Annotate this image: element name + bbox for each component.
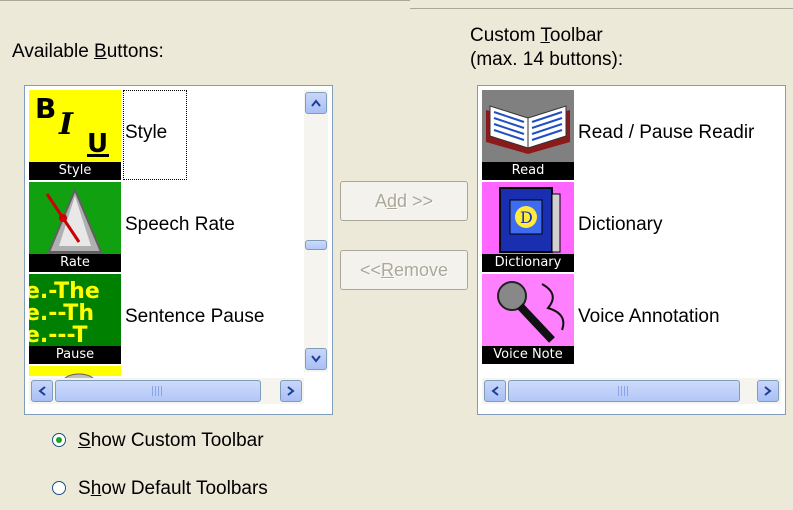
- read-icon-caption: Read: [482, 162, 574, 180]
- available-vertical-scrollbar[interactable]: [304, 90, 328, 372]
- available-buttons-label: Available Buttons:: [12, 41, 164, 62]
- list-item-sentence-pause[interactable]: e.-The e.--Th e.---T Pause Sentence Paus…: [29, 274, 299, 364]
- microphone-icon: Voice Note: [482, 274, 574, 364]
- sentence-pause-icon: e.-The e.--Th e.---T Pause: [29, 274, 121, 364]
- show-default-toolbars-label: Show Default Toolbars: [78, 478, 268, 499]
- scroll-left-button[interactable]: [31, 380, 53, 402]
- radio-button-checked[interactable]: [52, 433, 66, 447]
- chevron-down-icon: [311, 355, 321, 363]
- style-icon: B I U Style: [29, 90, 121, 180]
- custom-horizontal-scrollbar[interactable]: [482, 378, 781, 404]
- scroll-right-button[interactable]: [757, 380, 779, 402]
- show-default-toolbars-radio[interactable]: Show Default Toolbars: [48, 475, 348, 503]
- remove-button[interactable]: << Remove: [340, 250, 468, 290]
- add-button[interactable]: Add >>: [340, 181, 468, 221]
- chevron-left-icon: [38, 386, 46, 396]
- scroll-up-button[interactable]: [305, 92, 327, 114]
- list-item-partial[interactable]: [29, 366, 121, 391]
- pause-icon-caption: Pause: [29, 346, 121, 364]
- metronome-icon: Rate: [29, 182, 121, 272]
- show-custom-toolbar-label: Show Custom Toolbar: [78, 430, 264, 451]
- scroll-right-button[interactable]: [280, 380, 302, 402]
- list-item-voice-annotation[interactable]: Voice Note Voice Annotation: [482, 274, 783, 364]
- custom-toolbar-max-label: (max. 14 buttons):: [470, 49, 624, 70]
- rate-icon-caption: Rate: [29, 254, 121, 272]
- list-item-label: Sentence Pause: [125, 306, 265, 327]
- svg-text:e.---T: e.---T: [29, 323, 87, 348]
- list-item-label: Speech Rate: [125, 214, 235, 235]
- show-custom-toolbar-radio[interactable]: Show Custom Toolbar: [48, 427, 348, 455]
- dictionary-icon-caption: Dictionary: [482, 254, 574, 272]
- list-item-speech-rate[interactable]: Rate Speech Rate: [29, 182, 299, 272]
- chevron-right-icon: [287, 386, 295, 396]
- scroll-thumb[interactable]: [305, 240, 327, 250]
- voice-note-icon-caption: Voice Note: [482, 346, 574, 364]
- scroll-thumb[interactable]: [55, 380, 261, 402]
- list-item-style[interactable]: B I U Style Style: [29, 90, 299, 180]
- chevron-up-icon: [311, 99, 321, 107]
- scroll-down-button[interactable]: [305, 348, 327, 370]
- focus-rectangle: [123, 90, 187, 180]
- list-item-label: Read / Pause Readir: [578, 122, 755, 143]
- list-item-dictionary[interactable]: D Dictionary Dictionary: [482, 182, 783, 272]
- group-separator-right: [410, 8, 793, 9]
- custom-toolbar-list[interactable]: Read Read / Pause Readir D Dictionary Di…: [477, 85, 786, 415]
- radio-button-unchecked[interactable]: [52, 481, 66, 495]
- list-item-label: Dictionary: [578, 214, 663, 235]
- group-separator-left: [0, 0, 410, 1]
- scroll-thumb[interactable]: [508, 380, 740, 402]
- scroll-left-button[interactable]: [484, 380, 506, 402]
- book-icon: Read: [482, 90, 574, 180]
- chevron-left-icon: [491, 386, 499, 396]
- list-item-label: Voice Annotation: [578, 306, 720, 327]
- style-icon-caption: Style: [29, 162, 121, 180]
- dictionary-icon: D Dictionary: [482, 182, 574, 272]
- available-buttons-list[interactable]: B I U Style Style Rate Speech Rate e.-Th…: [24, 85, 333, 415]
- available-horizontal-scrollbar[interactable]: [29, 378, 304, 404]
- svg-text:D: D: [520, 208, 533, 227]
- svg-text:B: B: [35, 92, 56, 125]
- custom-toolbar-label: Custom Toolbar: [470, 25, 603, 46]
- list-item-read[interactable]: Read Read / Pause Readir: [482, 90, 783, 180]
- svg-text:I: I: [58, 107, 74, 142]
- chevron-right-icon: [764, 386, 772, 396]
